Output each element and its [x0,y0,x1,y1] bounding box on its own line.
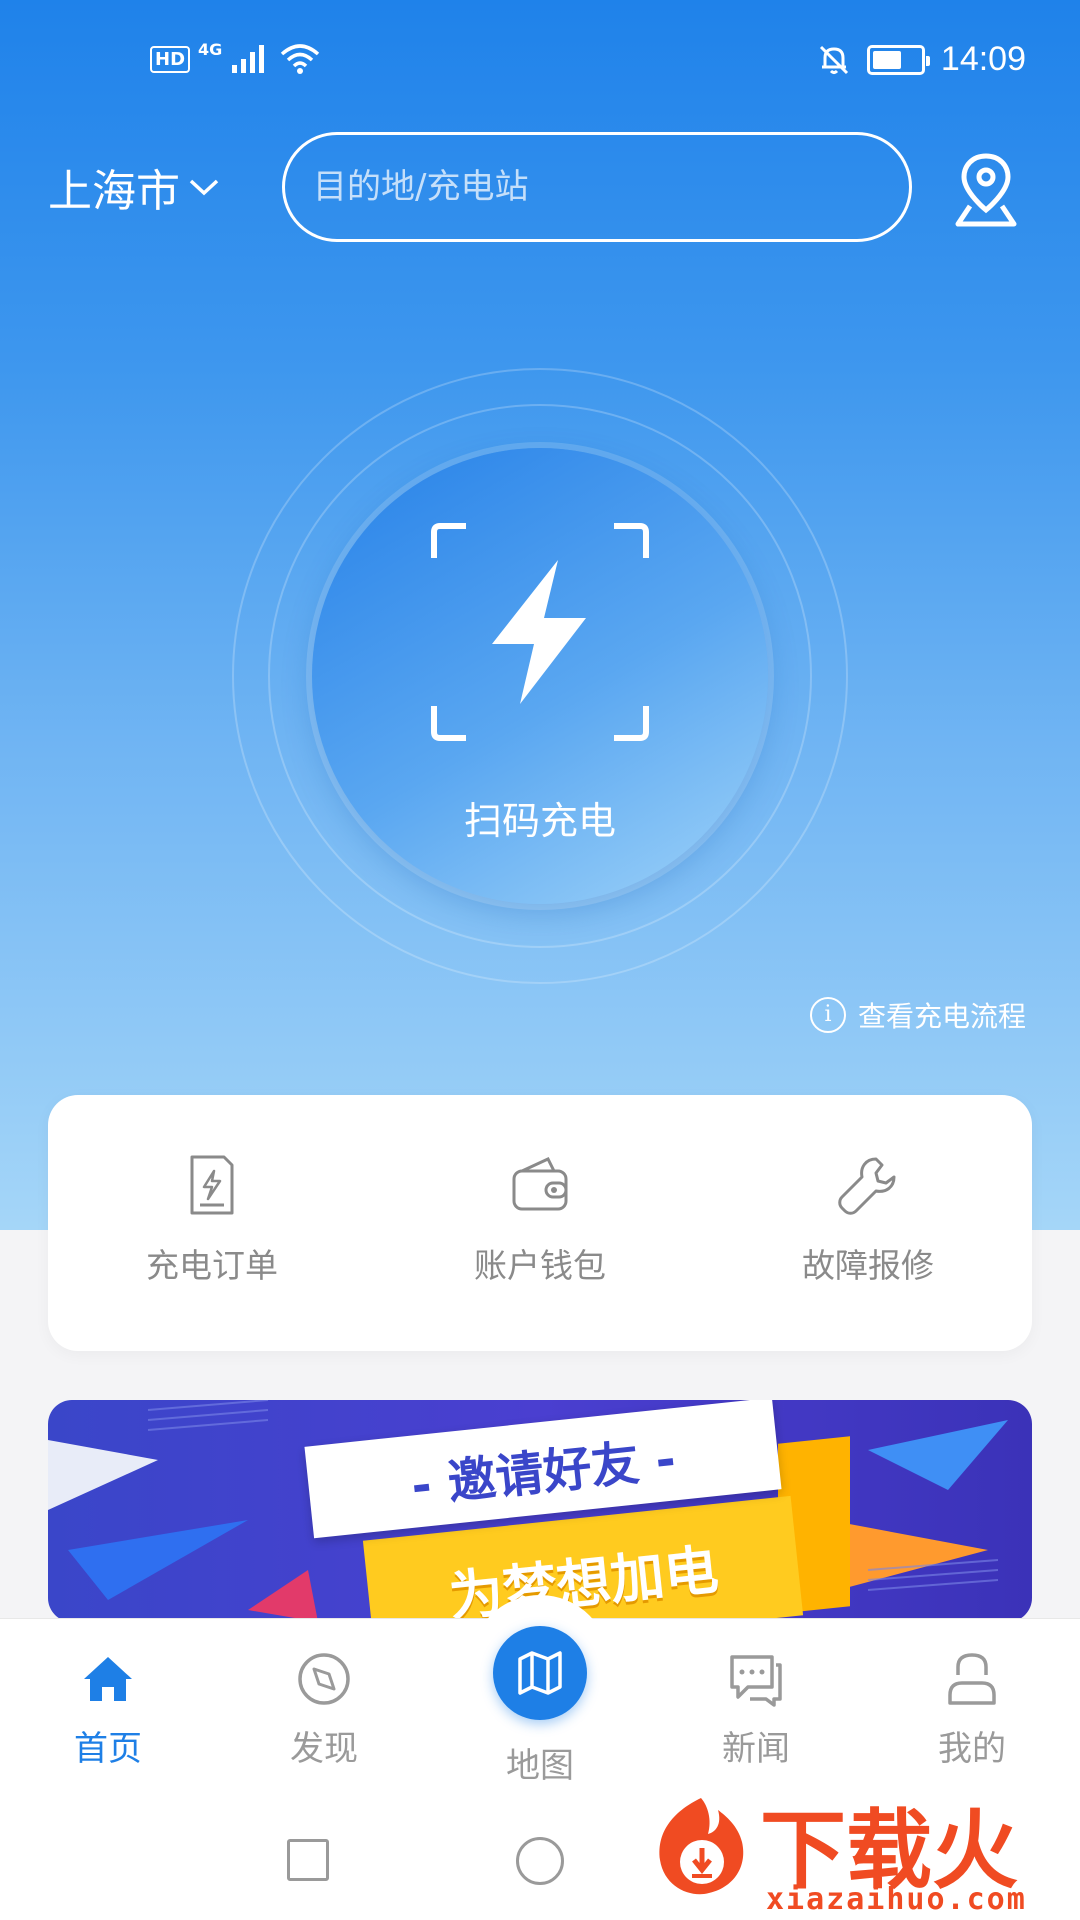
bell-muted-icon [819,45,848,74]
network-type: 4G [198,39,223,59]
search-box[interactable] [282,132,912,242]
info-icon: i [809,997,846,1033]
recent-apps-button[interactable] [287,1839,329,1881]
flame-logo-icon [659,1798,744,1895]
watermark: 下载火 xiazaihuo.com [640,1780,1080,1920]
nav-label: 首页 [74,1729,142,1769]
quick-action-wallet[interactable]: 账户钱包 [376,1095,704,1351]
scan-charge-label: 扫码充电 [463,799,616,843]
nav-label: 新闻 [722,1729,790,1769]
search-input[interactable] [313,167,873,207]
status-right: 14:09 [817,40,1026,79]
home-button[interactable] [516,1837,564,1885]
lightning-icon [492,560,586,704]
nav-item-news[interactable]: 新闻 [676,1651,836,1770]
wifi-icon [281,44,320,74]
location-pin-icon[interactable] [950,150,1022,230]
nav-label: 发现 [290,1729,358,1769]
banner-title: - 邀请好友 - [408,1431,679,1515]
nav-item-map[interactable] [493,1626,587,1720]
quick-action-charging-order[interactable]: 充电订单 [48,1095,376,1351]
scan-frame-icon [431,523,649,741]
chat-icon [730,1655,782,1707]
home-icon [84,1657,132,1701]
status-bar: HD 4G 14:09 [0,0,1080,126]
quick-action-label: 充电订单 [146,1246,278,1285]
hd-badge: HD [150,45,191,73]
nav-item-profile[interactable]: 我的 [892,1651,1052,1770]
clock: 14:09 [940,40,1026,78]
nav-label: 我的 [938,1729,1006,1769]
nav-item-discover[interactable]: 发现 [244,1651,404,1770]
quick-action-label: 账户钱包 [474,1246,606,1285]
signal-icon [232,45,265,73]
compass-icon [298,1653,350,1705]
city-name: 上海市 [48,166,180,217]
nav-label: 地图 [506,1746,574,1786]
quick-action-label: 故障报修 [802,1246,934,1285]
quick-actions-card: 充电订单 账户钱包 故障报修 [48,1095,1032,1351]
charging-flow-label: 查看充电流程 [857,1000,1026,1033]
wallet-icon [512,1157,568,1211]
map-icon [518,1651,562,1695]
battery-level [872,50,901,69]
wrench-icon [838,1157,896,1215]
city-selector[interactable]: 上海市 [48,155,220,219]
charging-flow-link[interactable]: i 查看充电流程 [809,995,1026,1035]
charging-order-icon [190,1155,234,1215]
nav-item-home[interactable]: 首页 [28,1651,188,1770]
battery-icon [866,44,930,75]
banner-subtitle: 为梦想加电 [445,1537,722,1622]
watermark-domain: xiazaihuo.com [766,1882,1027,1917]
invite-friends-banner[interactable]: 为梦想加电 - 邀请好友 - [48,1400,1032,1622]
chevron-down-icon [189,179,219,196]
quick-action-repair[interactable]: 故障报修 [704,1095,1032,1351]
user-icon [948,1653,996,1705]
status-left: HD 4G [150,39,322,76]
